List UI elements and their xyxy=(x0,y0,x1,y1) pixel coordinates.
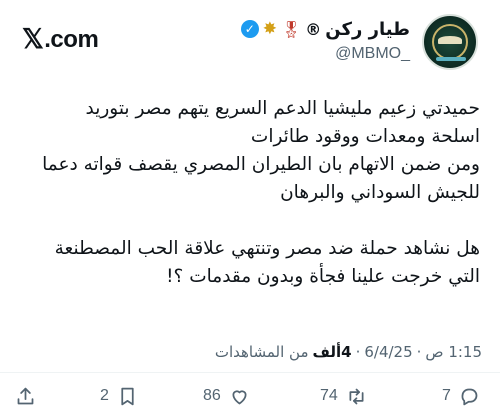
tweet-text: حميدتي زعيم مليشيا الدعم السريع يتهم مصر… xyxy=(42,98,480,287)
gold-medal-icon: ✸ xyxy=(262,19,277,39)
views-label: من المشاهدات xyxy=(214,343,309,361)
tweet-meta: 1:15 ص · 6/4/25 · 4ألف من المشاهدات xyxy=(215,343,482,361)
x-logo[interactable]: 𝕏 .com xyxy=(22,24,99,55)
verified-badge-icon: ✓ xyxy=(240,20,259,38)
ribbon-medal-icon: 🎖 xyxy=(280,19,302,39)
author-display-name[interactable]: طيار ركن xyxy=(325,19,410,40)
reply-icon xyxy=(461,388,478,405)
share-button[interactable] xyxy=(15,379,36,413)
tweet-header: 𝕏 .com ✓ ✸ 🎖 ® طيار ركن @MBMO_ xyxy=(0,0,500,80)
bookmark-icon xyxy=(121,387,134,405)
retweet-count: 74 xyxy=(320,387,338,404)
author-handle[interactable]: @MBMO_ xyxy=(335,45,410,63)
heart-icon xyxy=(232,389,247,404)
views-count: 4ألف xyxy=(312,343,352,361)
meta-separator: · xyxy=(416,343,422,361)
bookmark-button[interactable]: 2 xyxy=(100,379,138,413)
x-brand-text: .com xyxy=(44,25,99,53)
action-bar: 2 86 74 7 xyxy=(0,379,500,413)
bookmark-count: 2 xyxy=(100,387,109,404)
tweet-time[interactable]: 1:15 ص xyxy=(425,343,482,361)
retweet-icon xyxy=(349,388,364,404)
avatar[interactable] xyxy=(422,14,478,70)
retweet-button[interactable]: 74 xyxy=(320,379,367,413)
share-icon xyxy=(17,387,34,404)
author-name-row[interactable]: ✓ ✸ 🎖 ® طيار ركن xyxy=(240,16,410,42)
like-count: 86 xyxy=(203,387,221,404)
x-icon: 𝕏 xyxy=(22,24,44,54)
avatar-label-shape xyxy=(436,57,466,61)
registered-icon: ® xyxy=(305,19,322,39)
reply-button[interactable]: 7 xyxy=(442,379,480,413)
reply-count: 7 xyxy=(442,387,451,404)
divider xyxy=(0,372,500,373)
meta-separator: · xyxy=(355,343,361,361)
avatar-wing-shape xyxy=(438,36,462,44)
tweet-date[interactable]: 6/4/25 xyxy=(364,343,412,361)
like-button[interactable]: 86 xyxy=(203,379,250,413)
